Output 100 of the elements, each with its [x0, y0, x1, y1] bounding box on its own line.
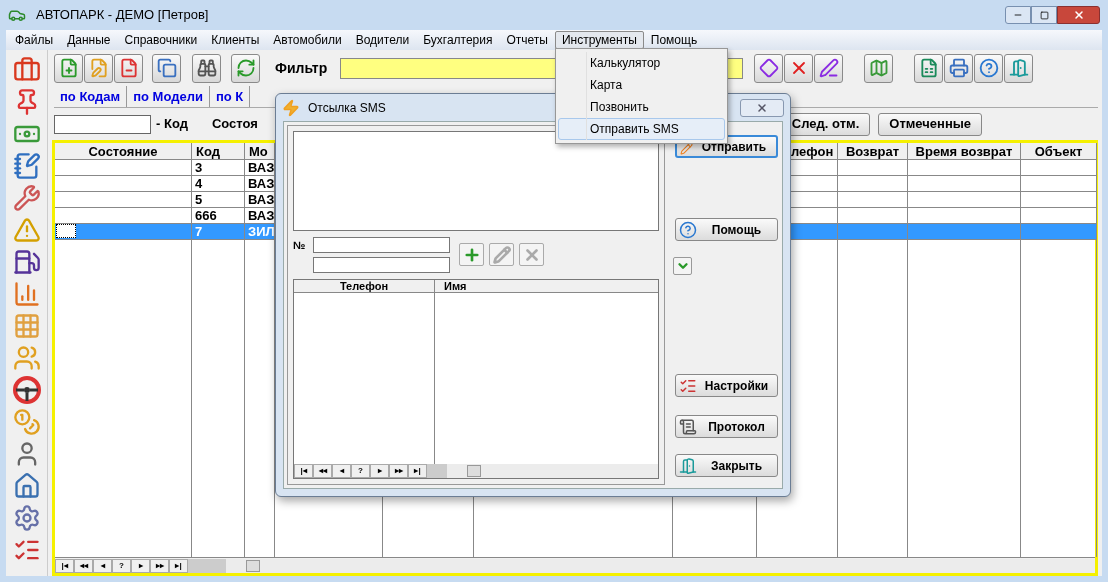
scrollbar-corner: [188, 558, 226, 573]
navigator-button[interactable]: ◂: [93, 558, 112, 573]
close-button[interactable]: Закрыть: [674, 454, 778, 477]
number-label: №: [293, 238, 307, 253]
lightning-icon: [282, 98, 300, 117]
expand-button[interactable]: [673, 257, 692, 275]
horizontal-scrollbar[interactable]: [226, 558, 1095, 573]
column-header[interactable]: Время возврат: [908, 143, 1020, 160]
menu-item[interactable]: Карта: [558, 74, 725, 96]
navigator-button[interactable]: ▸: [131, 558, 150, 573]
pen-icon: [818, 58, 839, 78]
menu-item[interactable]: Отчеты: [499, 31, 555, 49]
filter-button[interactable]: Отмеченные: [878, 112, 983, 136]
fuel-pump-icon[interactable]: [12, 248, 41, 276]
navigator-button[interactable]: ▸|: [408, 464, 427, 478]
horizontal-scrollbar[interactable]: [447, 464, 658, 478]
navigator-button[interactable]: |◂: [55, 558, 74, 573]
file-pencil-icon: [88, 58, 109, 78]
navigator-button[interactable]: ◂◂: [313, 464, 332, 478]
table-cell: 666: [192, 208, 244, 224]
settings-button[interactable]: Настройки: [674, 374, 778, 397]
table-cell: 7: [192, 224, 244, 240]
navigator-button[interactable]: ?: [351, 464, 370, 478]
minimize-button[interactable]: [1005, 6, 1031, 24]
menu-item[interactable]: Отправить SMS: [558, 118, 725, 140]
door-button[interactable]: [1004, 53, 1034, 83]
table-cell: ВАЗ: [245, 192, 274, 208]
notebook-icon[interactable]: [12, 152, 41, 180]
log-button[interactable]: Протокол: [674, 415, 778, 438]
map-button[interactable]: [864, 53, 894, 83]
menu-item[interactable]: Позвонить: [558, 96, 725, 118]
scroll-icon: [678, 417, 697, 436]
map-icon: [868, 58, 889, 78]
printer-icon: [948, 58, 969, 78]
menu-item[interactable]: Бухгалтерия: [416, 31, 500, 49]
spreadsheet-button[interactable]: [914, 53, 944, 83]
help-icon: [978, 58, 999, 78]
column-header[interactable]: Мо: [245, 143, 274, 160]
dialog-close-button[interactable]: [740, 98, 784, 117]
menu-item[interactable]: Помощь: [643, 31, 705, 49]
binoculars-button[interactable]: [192, 53, 221, 83]
wrench-icon[interactable]: [12, 184, 41, 212]
table-cell: 4: [192, 176, 244, 192]
navigator-button[interactable]: |◂: [294, 464, 313, 478]
file-pencil-button[interactable]: [84, 53, 113, 83]
pencil-icon: [679, 142, 693, 155]
file-plus-button[interactable]: [54, 53, 83, 83]
navigator-button[interactable]: ◂: [332, 464, 351, 478]
navigator-button[interactable]: ▸|: [169, 558, 188, 573]
maximize-button[interactable]: [1031, 6, 1057, 24]
scrollbar-corner: [427, 464, 447, 478]
dialog-title: Отсылка SMS: [308, 99, 386, 117]
column-header[interactable]: Объект: [1021, 143, 1096, 160]
column-header[interactable]: Телефон: [294, 280, 434, 293]
edit-button[interactable]: [489, 243, 514, 266]
gear-icon[interactable]: [12, 504, 41, 532]
column-header[interactable]: Возврат: [838, 143, 907, 160]
navigator-button[interactable]: ▸: [370, 464, 389, 478]
door-icon: [1008, 58, 1029, 78]
diamond-button[interactable]: [754, 53, 784, 83]
close-icon: [756, 101, 768, 114]
close-button[interactable]: [1057, 6, 1100, 24]
name-field[interactable]: [313, 257, 450, 273]
navigator-button[interactable]: ▸▸: [150, 558, 169, 573]
cross-button[interactable]: [784, 53, 814, 83]
delete-button[interactable]: [519, 243, 544, 266]
file-minus-button[interactable]: [114, 53, 143, 83]
printer-button[interactable]: [944, 53, 974, 83]
table-cell: 3: [192, 160, 244, 176]
menu-item[interactable]: Инструменты: [554, 31, 644, 49]
menu-item[interactable]: Автомобили: [266, 31, 349, 49]
file-minus-icon: [118, 58, 139, 78]
pen-button[interactable]: [814, 53, 844, 83]
code-field[interactable]: [54, 114, 151, 134]
menu-item[interactable]: Калькулятор: [558, 52, 725, 74]
menu-item[interactable]: Справочники: [117, 31, 205, 49]
table-cell: ВАЗ: [245, 160, 274, 176]
help-button[interactable]: Помощь: [674, 218, 778, 241]
help-button[interactable]: [974, 53, 1004, 83]
code-label: - Код: [156, 115, 188, 134]
steering-wheel-icon[interactable]: [12, 376, 41, 404]
column-header[interactable]: Состояние: [55, 143, 191, 160]
navigator-button[interactable]: ?: [112, 558, 131, 573]
table-cell: ВАЗ: [245, 208, 274, 224]
menu-item[interactable]: Файлы: [8, 31, 61, 49]
menu-item[interactable]: Данные: [60, 31, 118, 49]
menu-item[interactable]: Водители: [348, 31, 417, 49]
windows-icon: [156, 58, 177, 78]
phone-field[interactable]: [313, 237, 450, 253]
briefcase-icon[interactable]: [12, 56, 41, 84]
add-button[interactable]: [459, 243, 484, 266]
column-header[interactable]: Имя: [435, 280, 658, 293]
refresh-button[interactable]: [231, 53, 260, 83]
navigator-button[interactable]: ◂◂: [74, 558, 93, 573]
menu-item[interactable]: Клиенты: [204, 31, 267, 49]
door-icon: [678, 456, 697, 475]
column-header[interactable]: Код: [192, 143, 244, 160]
navigator-button[interactable]: ▸▸: [389, 464, 408, 478]
windows-button[interactable]: [152, 53, 181, 83]
house-icon[interactable]: [12, 472, 41, 500]
